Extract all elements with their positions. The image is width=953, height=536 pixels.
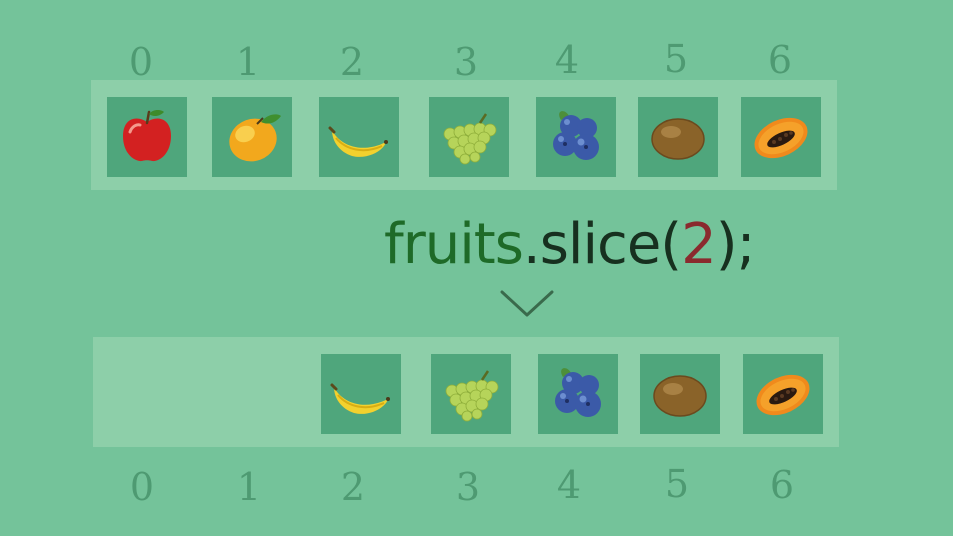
original-cell-0 [107,97,187,177]
grapes-icon [443,113,497,165]
original-cell-5 [638,97,718,177]
top-index-5: 5 [663,37,689,81]
banana-icon [330,383,390,414]
top-index-6: 6 [767,38,793,82]
code-close-paren: ) [715,212,738,277]
mango-icon [229,114,281,162]
result-cell-2 [321,354,401,434]
grapes-icon [445,370,499,422]
original-cell-4 [536,97,616,177]
result-cell-5 [640,354,720,434]
original-cell-1 [212,97,292,177]
blueberries-icon [553,111,599,160]
banana-icon [328,126,388,157]
bottom-index-5: 5 [664,462,690,506]
bottom-index-4: 4 [556,463,582,507]
blueberries-icon [555,368,601,417]
kiwi-icon [653,375,707,417]
bottom-index-1: 1 [236,465,262,509]
code-method: slice [539,212,662,277]
code-open-paren: ( [660,212,682,277]
result-cell-4 [538,354,618,434]
slice-code: fruits.slice(2); [384,212,756,277]
bottom-index-0: 0 [129,465,155,509]
original-cell-3 [429,97,509,177]
top-index-2: 2 [339,40,365,84]
original-cell-2 [319,97,399,177]
papaya-icon [754,117,808,159]
top-index-0: 0 [128,40,154,84]
top-index-1: 1 [235,40,261,84]
bottom-index-3: 3 [455,465,481,509]
code-semicolon: ; [736,212,756,277]
result-cell-6 [743,354,823,434]
code-dot: . [522,212,541,277]
code-argument: 2 [681,212,717,277]
top-index-3: 3 [453,40,479,84]
original-cell-6 [741,97,821,177]
kiwi-icon [651,118,705,160]
top-index-4: 4 [554,38,580,82]
bottom-index-2: 2 [340,465,366,509]
code-object: fruits [384,212,524,277]
chevron-down-icon [500,290,554,317]
papaya-icon [756,374,810,416]
apple-icon [123,110,171,162]
result-cell-3 [431,354,511,434]
bottom-index-6: 6 [769,463,795,507]
